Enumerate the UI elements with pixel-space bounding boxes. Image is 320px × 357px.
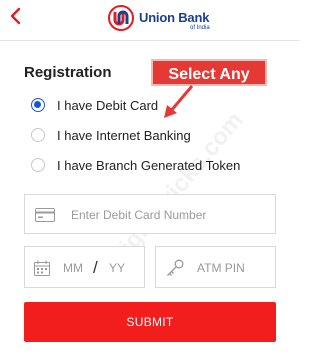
radio-option-internet-banking[interactable]: I have Internet Banking <box>31 125 191 145</box>
expiry-field[interactable]: / <box>24 246 145 288</box>
expiry-slash: / <box>93 258 98 277</box>
logo-text: Union Bank <box>139 10 210 25</box>
logo-subtext: of India <box>190 25 210 31</box>
debit-card-field[interactable] <box>24 194 276 234</box>
credit-card-icon <box>35 208 55 222</box>
registration-title: Registration <box>24 64 112 81</box>
atm-pin-input[interactable] <box>195 260 274 276</box>
radio-label: I have Internet Banking <box>57 127 191 143</box>
union-bank-logo-mark-icon <box>108 5 134 31</box>
expiry-year-input[interactable] <box>107 260 141 276</box>
union-bank-logo: Union Bank of India <box>108 5 210 35</box>
chevron-left-icon[interactable] <box>5 4 27 28</box>
radio-option-branch-token[interactable]: I have Branch Generated Token <box>31 155 240 175</box>
calendar-icon <box>34 260 50 276</box>
atm-pin-field[interactable] <box>155 246 276 288</box>
expiry-month-input[interactable] <box>61 260 93 276</box>
radio-button-selected[interactable] <box>31 98 45 112</box>
key-icon <box>167 259 184 276</box>
select-any-callout: Select Any <box>151 59 267 86</box>
radio-label: I have Debit Card <box>57 97 159 113</box>
radio-label: I have Branch Generated Token <box>57 157 241 173</box>
callout-arrow-icon <box>164 85 194 118</box>
radio-button[interactable] <box>31 158 45 172</box>
app-header: Union Bank of India <box>0 0 300 41</box>
radio-option-debit-card[interactable]: I have Debit Card <box>31 95 158 115</box>
radio-button[interactable] <box>31 128 45 142</box>
debit-card-input[interactable] <box>69 207 268 223</box>
submit-button[interactable]: SUBMIT <box>24 302 276 342</box>
